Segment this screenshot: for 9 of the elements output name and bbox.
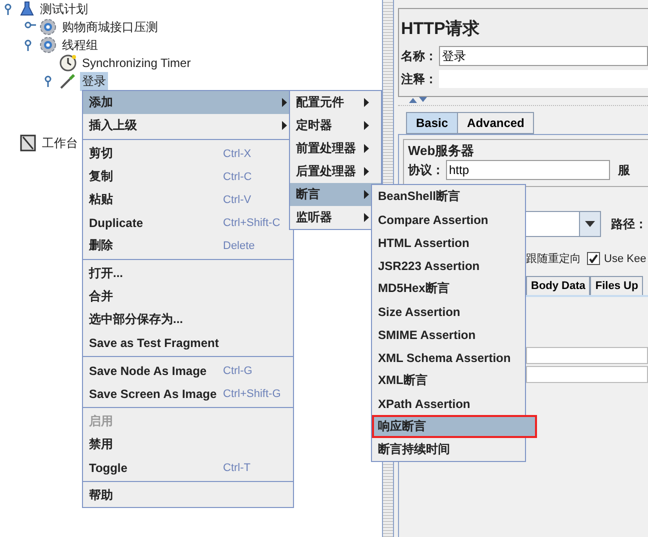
panel-title: HTTP请求: [401, 18, 480, 40]
field-label: 路径：: [611, 216, 647, 232]
checkbox-label: 跟随重定向: [526, 252, 581, 266]
checkbox-label: Use Kee: [604, 252, 646, 264]
field-label: 服: [618, 162, 630, 178]
field-label: 注释：: [401, 70, 437, 88]
group-title: Web服务器: [408, 143, 474, 158]
field-label: 名称：: [401, 48, 437, 64]
field-label: 协议：: [408, 162, 444, 178]
